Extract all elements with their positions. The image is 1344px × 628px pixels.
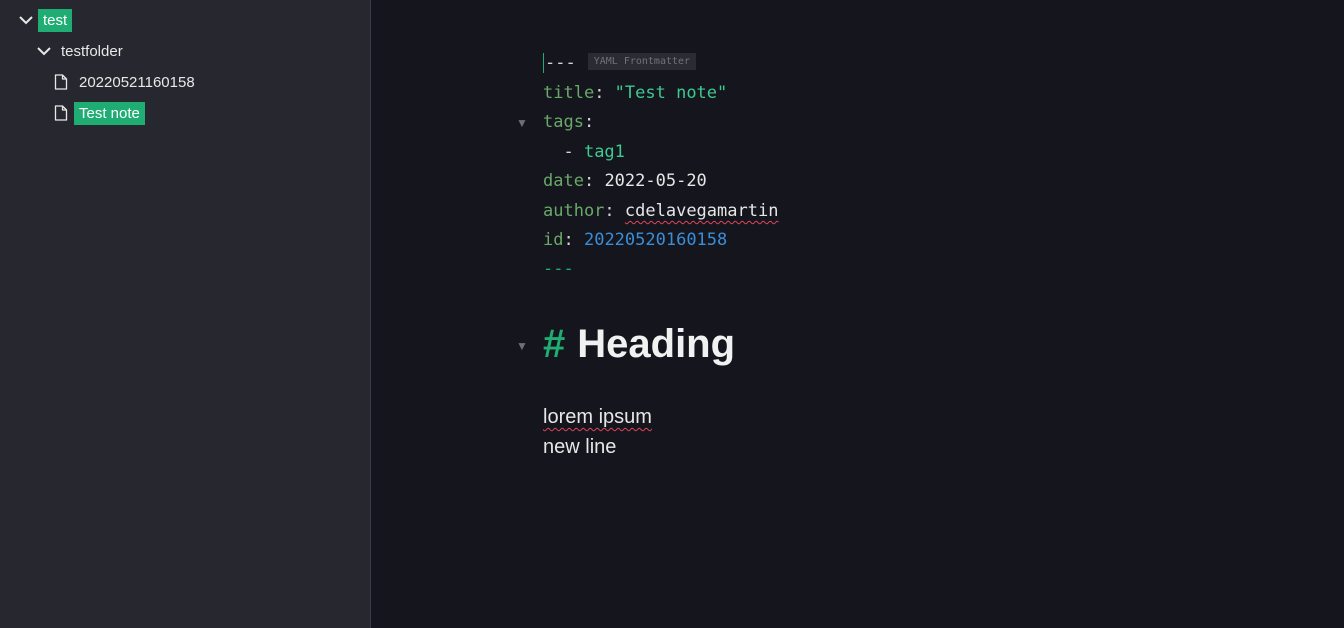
frontmatter-badge: YAML Frontmatter [587, 52, 697, 70]
heading-line[interactable]: # Heading [543, 318, 735, 370]
frontmatter-tag-item-line[interactable]: - tag1 [543, 139, 625, 165]
yaml-colon: : [583, 171, 605, 191]
frontmatter-title-line[interactable]: title: "Test note" [543, 80, 727, 106]
frontmatter-tags-line[interactable]: tags: [543, 109, 594, 135]
yaml-key: tags [543, 112, 584, 132]
frontmatter-id-line[interactable]: id: 20220520160158 [543, 227, 727, 253]
yaml-key: id [543, 230, 564, 250]
heading-marker: # [543, 322, 566, 366]
body-line[interactable]: new line [543, 432, 616, 462]
body-line[interactable]: lorem ipsum [543, 402, 652, 432]
frontmatter-close-line[interactable]: --- [543, 256, 574, 282]
heading-text: Heading [577, 322, 736, 366]
tree-file-label: 20220521160158 [79, 73, 195, 91]
yaml-list-dash: - [543, 142, 584, 162]
file-tree-sidebar: test testfolder 20220521160158 Test note [0, 0, 371, 628]
frontmatter-date-line[interactable]: date: 2022-05-20 [543, 168, 707, 194]
yaml-colon: : [594, 83, 615, 103]
fold-triangle-icon[interactable]: ▼ [516, 116, 528, 130]
markdown-editor[interactable]: --- YAML Frontmatter title: "Test note" ▼… [372, 0, 1344, 628]
yaml-value: tag1 [583, 142, 625, 162]
tree-file-20220521160158[interactable]: 20220521160158 [54, 70, 200, 94]
yaml-value: 20220520160158 [583, 230, 728, 250]
yaml-key: date [543, 171, 584, 191]
frontmatter-open-delimiter: --- [545, 53, 576, 73]
yaml-colon: : [563, 230, 584, 250]
file-icon [54, 105, 68, 121]
chevron-down-icon[interactable] [36, 43, 52, 59]
file-icon [54, 74, 68, 90]
tree-folder-test[interactable]: test [18, 8, 73, 32]
tree-folder-testfolder[interactable]: testfolder [36, 39, 128, 63]
yaml-key: title [543, 83, 595, 103]
chevron-down-icon[interactable] [18, 12, 34, 28]
tree-folder-label: test [38, 8, 73, 32]
fold-triangle-icon[interactable]: ▼ [516, 339, 528, 353]
frontmatter-close-delimiter: --- [543, 259, 574, 279]
frontmatter-author-line[interactable]: author: cdelavegamartin [543, 198, 778, 224]
tree-file-label: Test note [74, 101, 145, 125]
yaml-value: "Test note" [614, 83, 728, 103]
yaml-colon: : [604, 201, 625, 221]
text-cursor [543, 53, 544, 73]
frontmatter-open-line[interactable]: --- YAML Frontmatter [543, 50, 697, 76]
yaml-value: cdelavegamartin [624, 201, 779, 221]
tree-file-test-note[interactable]: Test note [54, 101, 145, 125]
yaml-key: author [543, 201, 605, 221]
tree-folder-label: testfolder [61, 42, 123, 60]
yaml-value: 2022-05-20 [604, 171, 707, 191]
yaml-colon: : [583, 112, 595, 132]
